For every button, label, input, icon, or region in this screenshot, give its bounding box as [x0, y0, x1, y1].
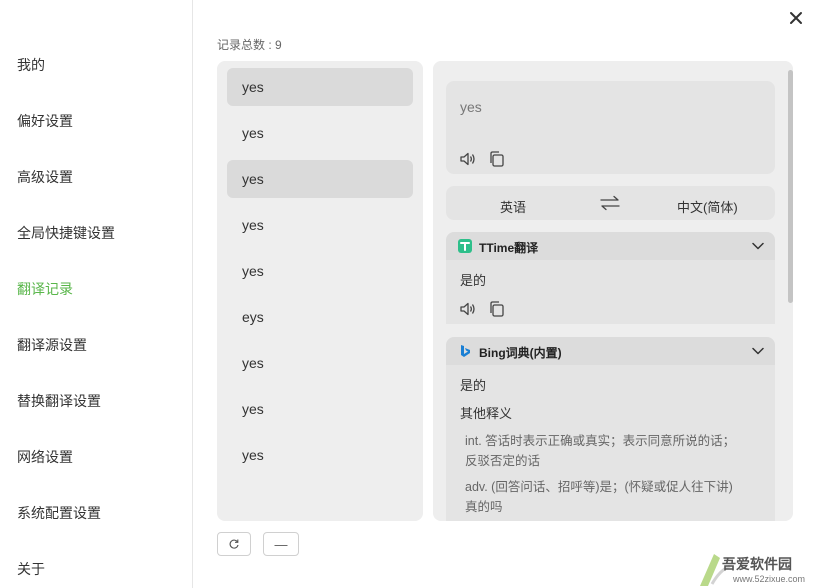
other-meanings-label: 其他释义 — [460, 406, 513, 421]
list-item[interactable]: yes — [227, 68, 413, 106]
translation-result: 是的 — [460, 273, 487, 288]
swap-icon — [600, 195, 620, 211]
list-item[interactable]: yes — [227, 390, 413, 428]
chevron-down-icon[interactable] — [751, 344, 765, 358]
copy-icon[interactable] — [488, 150, 506, 168]
engine-name: Bing词典(内置) — [479, 346, 562, 360]
speaker-icon[interactable] — [459, 300, 477, 318]
definition-line: int. 答话时表示正确或真实；表示同意所说的话； — [465, 434, 736, 448]
source-text: yes — [460, 99, 482, 115]
sidebar-item-advanced[interactable]: 高级设置 — [17, 167, 73, 187]
speaker-icon[interactable] — [459, 150, 477, 168]
ttime-logo-icon — [458, 239, 472, 253]
sidebar-item-shortcuts[interactable]: 全局快捷键设置 — [17, 223, 115, 243]
close-button[interactable] — [786, 8, 806, 28]
sidebar: 我的 偏好设置 高级设置 全局快捷键设置 翻译记录 翻译源设置 替换翻译设置 网… — [0, 0, 193, 588]
engine-name: TTime翻译 — [479, 241, 539, 255]
sidebar-item-history[interactable]: 翻译记录 — [17, 279, 73, 299]
sidebar-item-network[interactable]: 网络设置 — [17, 447, 73, 467]
list-item[interactable]: yes — [227, 344, 413, 382]
list-item[interactable]: eys — [227, 298, 413, 336]
refresh-icon — [229, 539, 239, 549]
translation-result: 是的 — [460, 378, 487, 393]
bing-logo-icon — [458, 344, 472, 358]
definition-line: adv. (回答问话、招呼等)是；(怀疑或促人往下讲) — [465, 480, 733, 494]
definition-line: 反驳否定的话 — [465, 454, 541, 468]
detail-scrollbar[interactable] — [788, 70, 793, 303]
record-list: yes yes yes yes yes eys yes yes yes — [217, 61, 423, 521]
minus-label: — — [274, 536, 288, 552]
list-item[interactable]: yes — [227, 160, 413, 198]
sidebar-item-system[interactable]: 系统配置设置 — [17, 503, 101, 523]
copy-icon[interactable] — [488, 300, 506, 318]
sidebar-item-sources[interactable]: 翻译源设置 — [17, 335, 87, 355]
watermark-url: www.52zixue.com — [733, 574, 806, 584]
list-item[interactable]: yes — [227, 436, 413, 474]
list-item[interactable]: yes — [227, 252, 413, 290]
watermark-text: 吾爱软件园 — [722, 556, 792, 572]
sidebar-item-about[interactable]: 关于 — [17, 559, 45, 579]
record-count: 记录总数 : 9 — [217, 38, 282, 52]
chevron-down-icon[interactable] — [751, 239, 765, 253]
sidebar-item-mine[interactable]: 我的 — [17, 55, 45, 75]
refresh-button[interactable] — [217, 532, 251, 556]
close-icon — [790, 12, 802, 24]
sidebar-item-preferences[interactable]: 偏好设置 — [17, 111, 73, 131]
definition-line: 真的吗 — [465, 500, 503, 514]
source-language[interactable]: 英语 — [500, 197, 526, 216]
target-language[interactable]: 中文(简体) — [677, 197, 738, 216]
delete-button[interactable]: — — [263, 532, 299, 556]
list-item[interactable]: yes — [227, 206, 413, 244]
sidebar-item-replace[interactable]: 替换翻译设置 — [17, 391, 101, 411]
swap-languages-button[interactable] — [599, 195, 621, 211]
list-item[interactable]: yes — [227, 114, 413, 152]
